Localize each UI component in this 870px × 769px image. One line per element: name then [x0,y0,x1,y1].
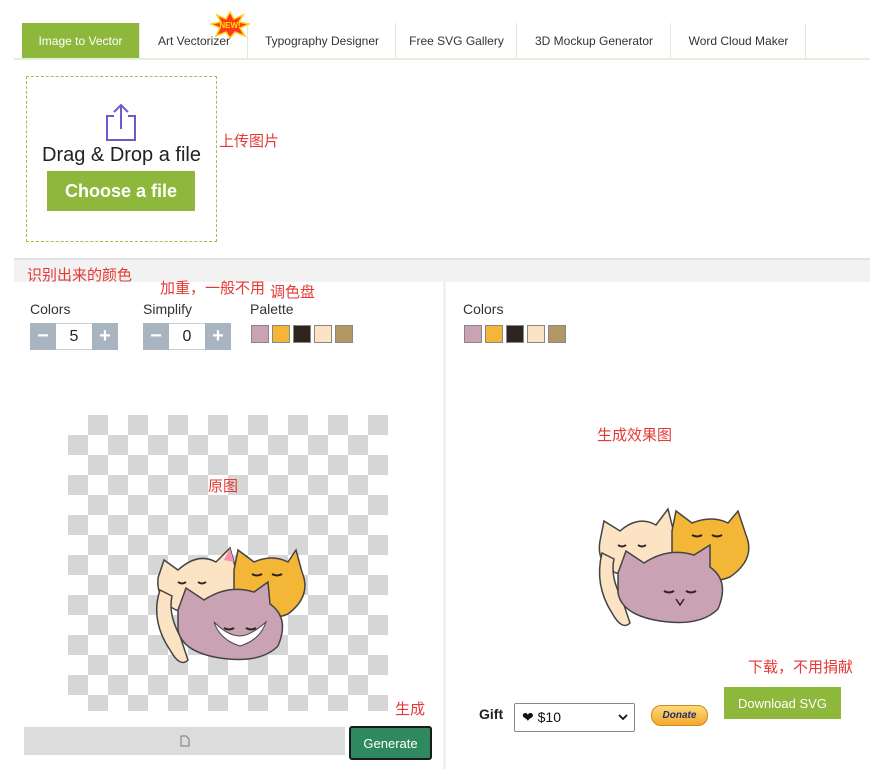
section-band [14,260,870,282]
gift-amount-value: ❤ $10 [522,709,561,725]
simplify-stepper[interactable]: − 0 + [143,323,231,350]
colors-label: Colors [30,301,71,317]
palette-label: Palette [250,301,294,317]
gift-amount-select[interactable]: ❤ $10 [514,703,635,732]
annotation-original: 原图 [208,478,239,495]
minus-icon[interactable]: − [143,323,169,350]
annotation-result: 生成效果图 [597,427,673,444]
minus-icon[interactable]: − [30,323,56,350]
color-swatch[interactable] [548,325,566,343]
color-swatch[interactable] [335,325,353,343]
annotation-download: 下载，不用捐献 [748,659,854,676]
simplify-value[interactable]: 0 [169,323,205,350]
file-icon [180,735,189,747]
choose-file-button[interactable]: Choose a file [47,171,195,211]
tab-label: Image to Vector [38,33,123,48]
tab-label: Free SVG Gallery [409,33,504,48]
tab-image-to-vector[interactable]: Image to Vector [22,23,140,58]
original-cats-image [155,546,306,664]
result-color-swatches [464,325,566,343]
palette-swatches [251,325,353,343]
tab-label: 3D Mockup Generator [534,33,654,48]
annotation-bold: 加重，一般不用 [160,280,266,297]
donate-button[interactable]: Donate [651,705,708,726]
color-swatch[interactable] [464,325,482,343]
colors-stepper[interactable]: − 5 + [30,323,118,350]
new-badge-text: NEW! [219,21,240,30]
color-swatch[interactable] [251,325,269,343]
drag-drop-text: Drag & Drop a file [42,144,201,166]
plus-icon[interactable]: + [205,323,231,350]
color-swatch[interactable] [293,325,311,343]
tab-free-svg-gallery[interactable]: Free SVG Gallery [397,23,517,58]
tab-underline [14,58,870,60]
tab-label: Typography Designer [264,33,380,48]
annotation-palette: 调色盘 [270,284,316,301]
tab-word-cloud-maker[interactable]: Word Cloud Maker [672,23,806,58]
generate-button[interactable]: Generate [349,726,432,760]
gift-label: Gift [479,706,504,722]
result-colors-label: Colors [463,301,504,317]
download-svg-button[interactable]: Download SVG [724,687,841,719]
annotation-detected-colors: 识别出来的颜色 [27,267,133,284]
chevron-down-icon [618,714,628,721]
color-swatch[interactable] [314,325,332,343]
file-name-bar[interactable] [24,727,345,755]
tab-typography-designer[interactable]: Typography Designer [249,23,396,58]
vectorized-cats-image [598,507,750,627]
tab-bar: Image to Vector Art Vectorizer Typograph… [0,0,870,60]
color-swatch[interactable] [272,325,290,343]
annotation-generate: 生成 [395,701,426,718]
color-swatch[interactable] [506,325,524,343]
new-badge-icon: NEW! [210,11,250,39]
color-swatch[interactable] [485,325,503,343]
plus-icon[interactable]: + [92,323,118,350]
annotation-upload: 上传图片 [219,133,280,150]
tab-label: Word Cloud Maker [688,33,789,48]
simplify-label: Simplify [143,301,193,317]
color-swatch[interactable] [527,325,545,343]
tab-3d-mockup-generator[interactable]: 3D Mockup Generator [518,23,671,58]
colors-value[interactable]: 5 [56,323,92,350]
upload-share-icon [106,103,136,141]
